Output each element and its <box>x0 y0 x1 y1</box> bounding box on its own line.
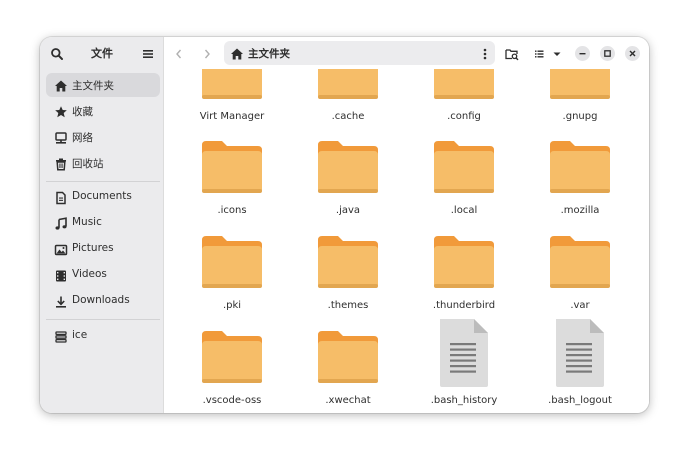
file-item[interactable]: .bash_history <box>409 301 519 411</box>
folder-icon <box>200 139 264 197</box>
sidebar-item-label: 收藏 <box>72 106 93 118</box>
text-file-icon <box>432 319 496 387</box>
sidebar-item-trash[interactable]: 回收站 <box>46 151 160 175</box>
file-name-label: .bash_logout <box>548 395 612 406</box>
folder-item[interactable]: .icons <box>177 111 287 221</box>
folder-icon <box>432 234 496 292</box>
folder-item[interactable]: .vscode-oss <box>177 301 287 411</box>
sidebar-item-home[interactable]: 主文件夹 <box>46 73 160 97</box>
home-icon <box>54 78 68 92</box>
sidebar-item-label: Videos <box>72 268 107 280</box>
file-manager-window: 文件 主文件夹 收藏 网络 回收站 Documents Music Pictur… <box>40 37 649 413</box>
home-icon <box>230 46 244 60</box>
folder-icon <box>316 234 380 292</box>
sidebar-item-label: Documents <box>72 190 132 202</box>
maximize-button[interactable] <box>600 46 615 61</box>
sidebar-divider <box>46 319 160 320</box>
folder-search-icon[interactable] <box>505 46 519 61</box>
more-options-icon[interactable] <box>478 46 492 60</box>
sidebar-item-ice[interactable]: ice <box>46 324 160 348</box>
sidebar-header: 文件 <box>40 37 164 69</box>
sidebar-item-label: Downloads <box>72 294 130 306</box>
sidebar-item-label: Pictures <box>72 242 114 254</box>
hamburger-menu-icon[interactable] <box>141 46 155 60</box>
file-name-label: .vscode-oss <box>202 395 262 406</box>
folder-icon <box>200 234 264 292</box>
sidebar-item-label: 主文件夹 <box>72 80 114 92</box>
sidebar: 文件 主文件夹 收藏 网络 回收站 Documents Music Pictur… <box>40 37 164 413</box>
file-name-label: .bash_history <box>430 395 498 406</box>
folder-icon <box>548 139 612 197</box>
folder-icon <box>200 69 264 103</box>
text-file-icon <box>548 319 612 387</box>
file-grid: Virt Manager .cache .config .gnupg .icons .ja… <box>164 69 649 413</box>
network-icon <box>54 130 68 144</box>
sidebar-item-starred[interactable]: 收藏 <box>46 99 160 123</box>
sidebar-item-label: 网络 <box>72 132 93 144</box>
sidebar-item-pictures[interactable]: Pictures <box>46 237 160 261</box>
path-segment-label: 主文件夹 <box>248 48 290 60</box>
drive-icon <box>54 329 68 343</box>
folder-icon <box>316 69 380 103</box>
star-icon <box>54 104 68 118</box>
sidebar-item-downloads[interactable]: Downloads <box>46 289 160 313</box>
sidebar-item-label: Music <box>72 216 102 228</box>
list-view-icon[interactable] <box>532 46 546 60</box>
file-name-label: .xwechat <box>325 395 371 406</box>
sidebar-item-music[interactable]: Music <box>46 211 160 235</box>
file-item[interactable]: .bash_logout <box>525 301 635 411</box>
chevron-down-icon[interactable] <box>550 46 564 60</box>
header-bar: 主文件夹 <box>164 37 649 69</box>
sidebar-divider <box>46 181 160 182</box>
sidebar-item-label: 回收站 <box>72 158 104 170</box>
folder-icon <box>200 329 264 387</box>
sidebar-item-label: ice <box>72 329 88 341</box>
folder-item[interactable]: .mozilla <box>525 111 635 221</box>
document-icon <box>54 190 68 205</box>
minimize-button[interactable] <box>575 46 590 61</box>
folder-item[interactable]: .pki <box>177 206 287 316</box>
search-icon[interactable] <box>50 46 64 60</box>
folder-icon <box>548 69 612 103</box>
folder-item[interactable]: .xwechat <box>293 301 403 411</box>
folder-icon <box>316 139 380 197</box>
path-bar[interactable]: 主文件夹 <box>224 41 495 65</box>
sidebar-title: 文件 <box>91 47 113 60</box>
folder-item[interactable]: .themes <box>293 206 403 316</box>
folder-item[interactable]: .java <box>293 111 403 221</box>
sidebar-item-videos[interactable]: Videos <box>46 263 160 287</box>
folder-item[interactable]: .var <box>525 206 635 316</box>
folder-icon <box>316 329 380 387</box>
folder-item[interactable]: .local <box>409 111 519 221</box>
sidebar-item-documents[interactable]: Documents <box>46 185 160 209</box>
download-icon <box>54 294 68 308</box>
folder-item[interactable]: .thunderbird <box>409 206 519 316</box>
video-icon <box>54 268 68 282</box>
folder-icon <box>432 69 496 103</box>
back-button[interactable] <box>172 46 186 60</box>
folder-icon <box>548 234 612 292</box>
picture-icon <box>54 242 68 256</box>
folder-icon <box>432 139 496 197</box>
sidebar-item-network[interactable]: 网络 <box>46 125 160 149</box>
close-button[interactable] <box>625 46 640 61</box>
music-icon <box>54 216 68 230</box>
forward-button[interactable] <box>200 46 214 60</box>
trash-icon <box>54 156 68 171</box>
